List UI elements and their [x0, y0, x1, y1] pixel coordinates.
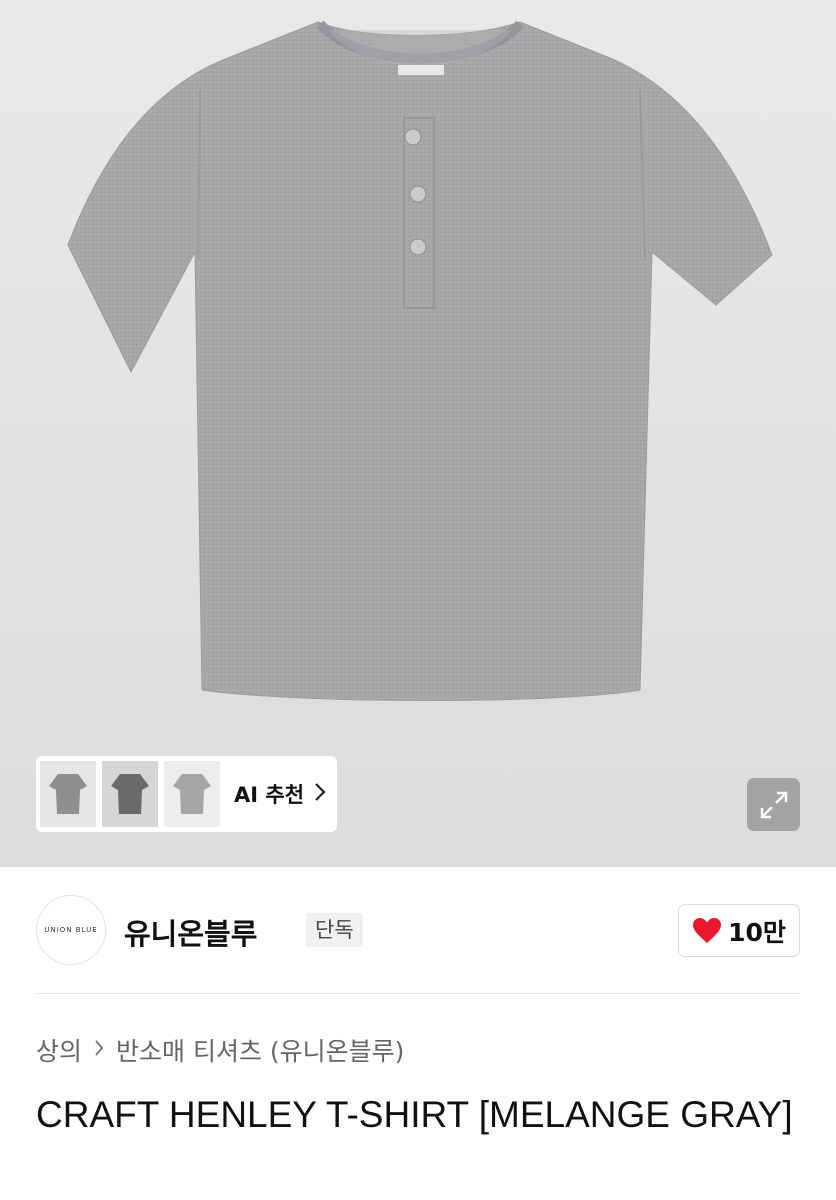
like-count: 10만 [728, 917, 786, 947]
brand-row: UNION BLUE 유니온블루 단독 10만 [36, 895, 800, 965]
chevron-right-icon [314, 780, 326, 808]
breadcrumb-subcategory[interactable]: 반소매 티셔츠 (유니온블루) [116, 1032, 404, 1068]
chevron-right-icon [94, 1038, 104, 1063]
reco-thumbnail[interactable] [40, 761, 96, 827]
like-button[interactable]: 10만 [678, 904, 800, 957]
brand-logo-text: UNION BLUE [44, 926, 98, 934]
product-title: CRAFT HENLEY T-SHIRT [MELANGE GRAY] [36, 1094, 793, 1135]
exclusive-badge: 단독 [306, 913, 363, 947]
expand-image-button[interactable] [747, 778, 800, 831]
breadcrumb-category[interactable]: 상의 [36, 1032, 82, 1068]
brand-name[interactable]: 유니온블루 [124, 911, 257, 953]
reco-thumbnail[interactable] [164, 761, 220, 827]
product-hero-image[interactable]: AI 추천 [0, 0, 836, 867]
brand-logo[interactable]: UNION BLUE [36, 895, 106, 965]
expand-icon [760, 791, 787, 818]
divider [36, 993, 800, 994]
heart-icon [693, 918, 722, 943]
product-photo [67, 20, 773, 701]
ai-recommendation-label: AI 추천 [234, 783, 305, 807]
reco-thumbnail[interactable] [102, 761, 158, 827]
ai-recommendation-strip[interactable]: AI 추천 [36, 756, 337, 832]
breadcrumb: 상의 반소매 티셔츠 (유니온블루) [36, 1032, 404, 1068]
